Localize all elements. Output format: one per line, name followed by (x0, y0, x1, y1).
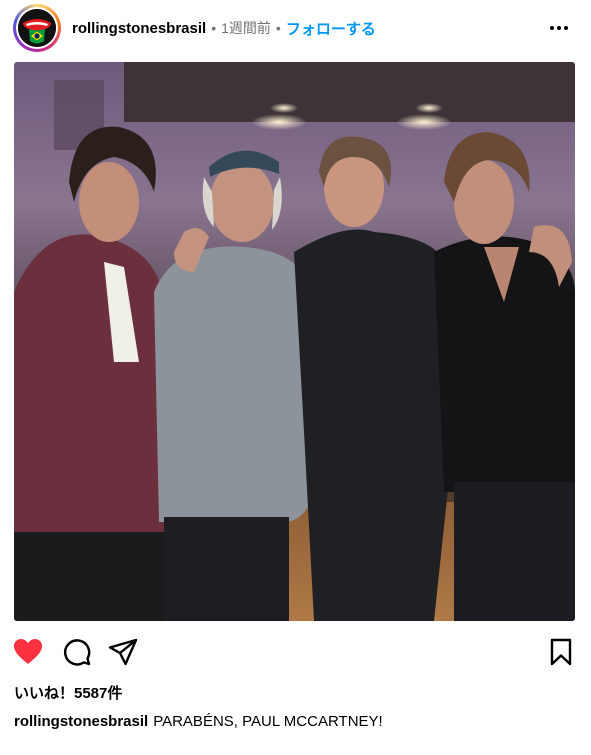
more-dot (564, 26, 568, 30)
post-username[interactable]: rollingstonesbrasil (72, 20, 206, 37)
post-actions (0, 632, 591, 672)
share-button[interactable] (107, 636, 139, 668)
avatar[interactable] (18, 9, 56, 47)
header-meta: rollingstonesbrasil • 1週間前 • フォローする (72, 17, 376, 39)
follow-button[interactable]: フォローする (286, 18, 376, 39)
bookmark-icon (550, 638, 572, 666)
post-header: rollingstonesbrasil • 1週間前 • フォローする (0, 0, 591, 58)
header-separator: • (211, 20, 217, 36)
likes-count[interactable]: いいね！5587件 (14, 682, 122, 703)
heart-icon (14, 639, 42, 664)
caption-text: PARABÉNS, PAUL MCCARTNEY! (153, 713, 383, 730)
comment-button[interactable] (60, 636, 92, 668)
header-separator-2: • (275, 20, 281, 36)
more-dot (557, 26, 561, 30)
send-icon (108, 638, 138, 666)
group-photo-image (14, 62, 575, 621)
comment-icon (63, 639, 91, 666)
post-caption: rollingstonesbrasil PARABÉNS, PAUL MCCART… (14, 713, 383, 730)
like-button[interactable] (12, 636, 44, 668)
tongue-logo-icon (18, 9, 56, 47)
post-photo[interactable] (14, 62, 575, 621)
save-button[interactable] (545, 636, 577, 668)
more-options-icon[interactable] (547, 17, 571, 39)
post-time[interactable]: 1週間前 (221, 18, 271, 38)
avatar-story-ring[interactable] (13, 4, 61, 52)
caption-username[interactable]: rollingstonesbrasil (14, 713, 148, 730)
avatar-frame (16, 7, 58, 49)
more-dot (550, 26, 554, 30)
